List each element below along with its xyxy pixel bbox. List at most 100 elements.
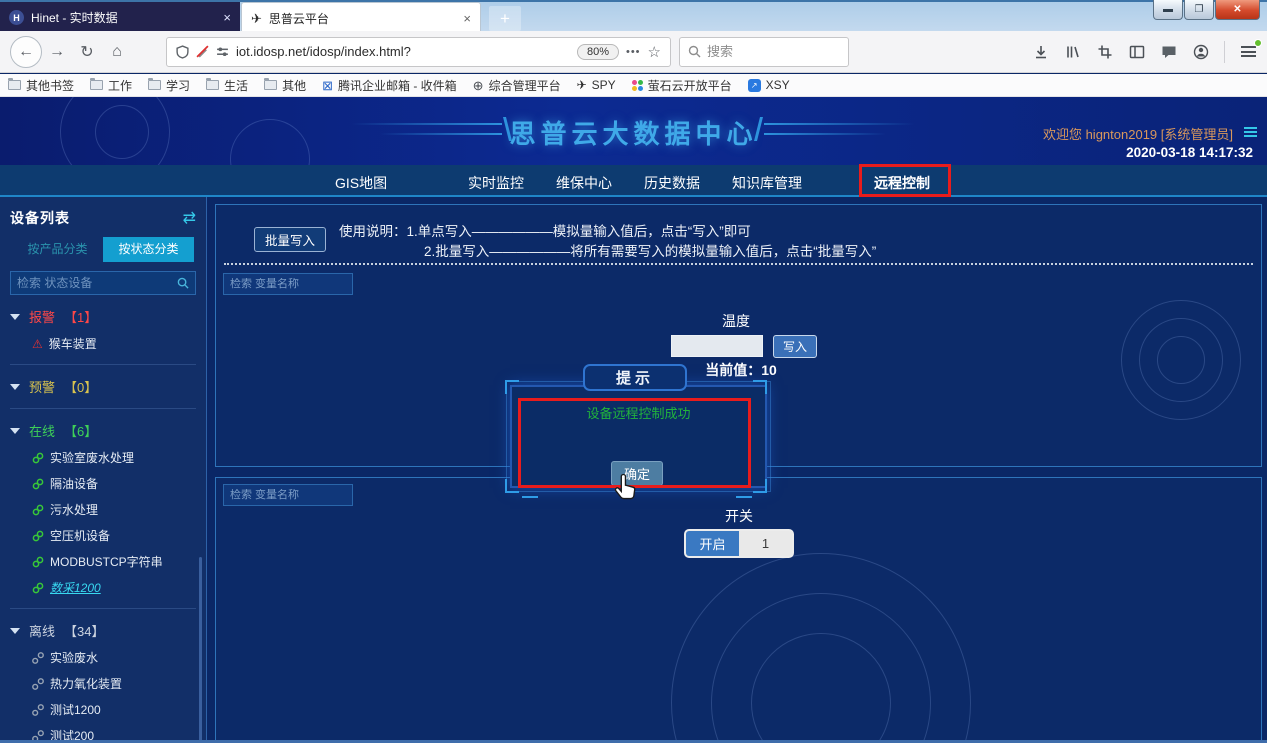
url-text[interactable]: iot.idosp.net/idosp/index.html? (236, 44, 570, 59)
device-search-box[interactable] (10, 271, 196, 295)
home-button[interactable] (102, 37, 132, 67)
page-actions-icon[interactable] (626, 46, 641, 58)
broken-link-icon (32, 704, 44, 716)
device-item-online[interactable]: 实验室废水处理 (32, 449, 196, 466)
bookmark-folder[interactable]: 学习 (148, 77, 190, 94)
tree-group-alarm[interactable]: 报警【1】 (10, 307, 196, 326)
dialog-corner-decoration (753, 479, 767, 493)
device-item-online[interactable]: 隔油设备 (32, 475, 196, 492)
write-button[interactable]: 写入 (773, 335, 817, 358)
device-item-offline[interactable]: 测试200 (32, 727, 196, 740)
chat-icon[interactable] (1160, 43, 1178, 61)
nav-tab-realtime-monitor[interactable]: 实时监控 (468, 173, 524, 193)
variable-search-box[interactable] (223, 484, 353, 506)
device-item-online[interactable]: 空压机设备 (32, 527, 196, 544)
tab-close-icon[interactable]: × (463, 11, 471, 26)
switch-on-button[interactable]: 开启 (686, 531, 739, 556)
chevron-down-icon[interactable] (10, 628, 20, 634)
new-tab-button[interactable] (489, 6, 521, 31)
device-list-title: 设备列表 (10, 208, 70, 228)
bookmark-item[interactable]: XSY (748, 78, 790, 92)
variable-search-box[interactable] (223, 273, 353, 295)
dialog-title: 提示 (583, 364, 687, 391)
dialog-foot-decoration (736, 494, 752, 498)
dialog-corner-decoration (505, 479, 519, 493)
variable-search-input[interactable] (230, 489, 346, 501)
nav-tab-history-data[interactable]: 历史数据 (644, 173, 700, 193)
device-search-input[interactable] (17, 276, 172, 290)
bookmark-star-icon[interactable] (648, 43, 661, 61)
ezviz-dots-icon (632, 80, 643, 91)
chevron-down-icon[interactable] (10, 314, 20, 320)
link-icon (32, 478, 44, 490)
temperature-input[interactable] (671, 335, 763, 357)
device-item-offline[interactable]: 实验废水 (32, 649, 196, 666)
permissions-icon[interactable] (216, 45, 229, 58)
bookmark-item[interactable]: SPY (577, 78, 616, 92)
link-icon (32, 530, 44, 542)
shield-icon[interactable] (176, 45, 189, 59)
update-badge (1254, 39, 1262, 47)
folder-icon (206, 80, 219, 90)
device-item-alarm[interactable]: 猴车装置 (32, 335, 196, 352)
search-input[interactable] (707, 44, 817, 59)
library-icon[interactable] (1064, 43, 1082, 61)
nav-tab-maintenance-center[interactable]: 维保中心 (556, 173, 612, 193)
decorative-ring (1157, 336, 1205, 384)
switch-toggle[interactable]: 开启 1 (684, 529, 794, 558)
link-icon (32, 504, 44, 516)
sidebar-tabs: 按产品分类 按状态分类 (12, 237, 194, 262)
device-item-online[interactable]: 污水处理 (32, 501, 196, 518)
bookmark-folder[interactable]: 其他 (264, 77, 306, 94)
toolbar-divider (1224, 41, 1225, 63)
cursor-hand-icon (614, 472, 639, 507)
batch-write-button[interactable]: 批量写入 (254, 227, 326, 252)
swap-icon[interactable] (183, 208, 196, 228)
tab-by-product[interactable]: 按产品分类 (12, 237, 103, 262)
plugin-blocked-icon[interactable] (196, 45, 209, 58)
hamburger-menu-icon[interactable] (1239, 43, 1257, 61)
bookmark-folder[interactable]: 工作 (90, 77, 132, 94)
xsy-arrow-icon (748, 79, 761, 92)
search-bar[interactable] (679, 37, 849, 67)
alarm-triangle-icon (32, 338, 43, 350)
chevron-down-icon[interactable] (10, 384, 20, 390)
reload-button[interactable] (72, 37, 102, 67)
variable-search-input[interactable] (230, 278, 346, 290)
account-icon[interactable] (1192, 43, 1210, 61)
nav-tab-knowledge-base[interactable]: 知识库管理 (732, 173, 802, 193)
tab-by-status[interactable]: 按状态分类 (103, 237, 194, 262)
restore-button[interactable]: ❐ (1184, 0, 1214, 20)
bookmark-folder[interactable]: 其他书签 (8, 77, 74, 94)
back-button[interactable] (10, 36, 42, 68)
minimize-button[interactable]: ▬ (1153, 0, 1183, 20)
sidebar-toggle-icon[interactable] (1128, 43, 1146, 61)
link-icon (32, 582, 44, 594)
download-icon[interactable] (1032, 43, 1050, 61)
bookmark-item[interactable]: 腾讯企业邮箱 - 收件箱 (322, 77, 457, 94)
bookmark-item[interactable]: 综合管理平台 (473, 77, 561, 94)
bookmark-folder[interactable]: 生活 (206, 77, 248, 94)
sidebar-scrollbar[interactable] (199, 557, 202, 740)
device-item-online[interactable]: MODBUSTCP字符串 (32, 553, 196, 570)
chevron-down-icon[interactable] (10, 428, 20, 434)
forward-button[interactable] (42, 37, 72, 67)
bookmark-item[interactable]: 萤石云开放平台 (632, 77, 732, 94)
nav-tab-gis-map[interactable]: GIS地图 (335, 173, 387, 193)
plane-favicon-icon: ✈ (251, 12, 262, 25)
url-bar[interactable]: iot.idosp.net/idosp/index.html? 80% (166, 37, 671, 67)
tree-group-offline[interactable]: 离线【34】 (10, 608, 196, 640)
screenshot-icon[interactable] (1096, 43, 1114, 61)
zoom-level-badge[interactable]: 80% (577, 44, 619, 60)
device-item-offline[interactable]: 测试1200 (32, 701, 196, 718)
device-item-offline[interactable]: 热力氧化装置 (32, 675, 196, 692)
close-button[interactable]: ✕ (1215, 0, 1260, 20)
device-item-online-selected[interactable]: 数采1200 (32, 579, 196, 596)
tree-group-warning[interactable]: 预警【0】 (10, 364, 196, 396)
header-menu-icon[interactable] (1244, 125, 1257, 139)
tree-group-online[interactable]: 在线【6】 (10, 408, 196, 440)
browser-tab-sipu[interactable]: ✈ 思普云平台 × (241, 2, 481, 33)
tab-title: Hinet - 实时数据 (31, 9, 216, 26)
browser-tab-hinet[interactable]: H Hinet - 实时数据 × (0, 2, 240, 33)
tab-close-icon[interactable]: × (223, 10, 231, 25)
